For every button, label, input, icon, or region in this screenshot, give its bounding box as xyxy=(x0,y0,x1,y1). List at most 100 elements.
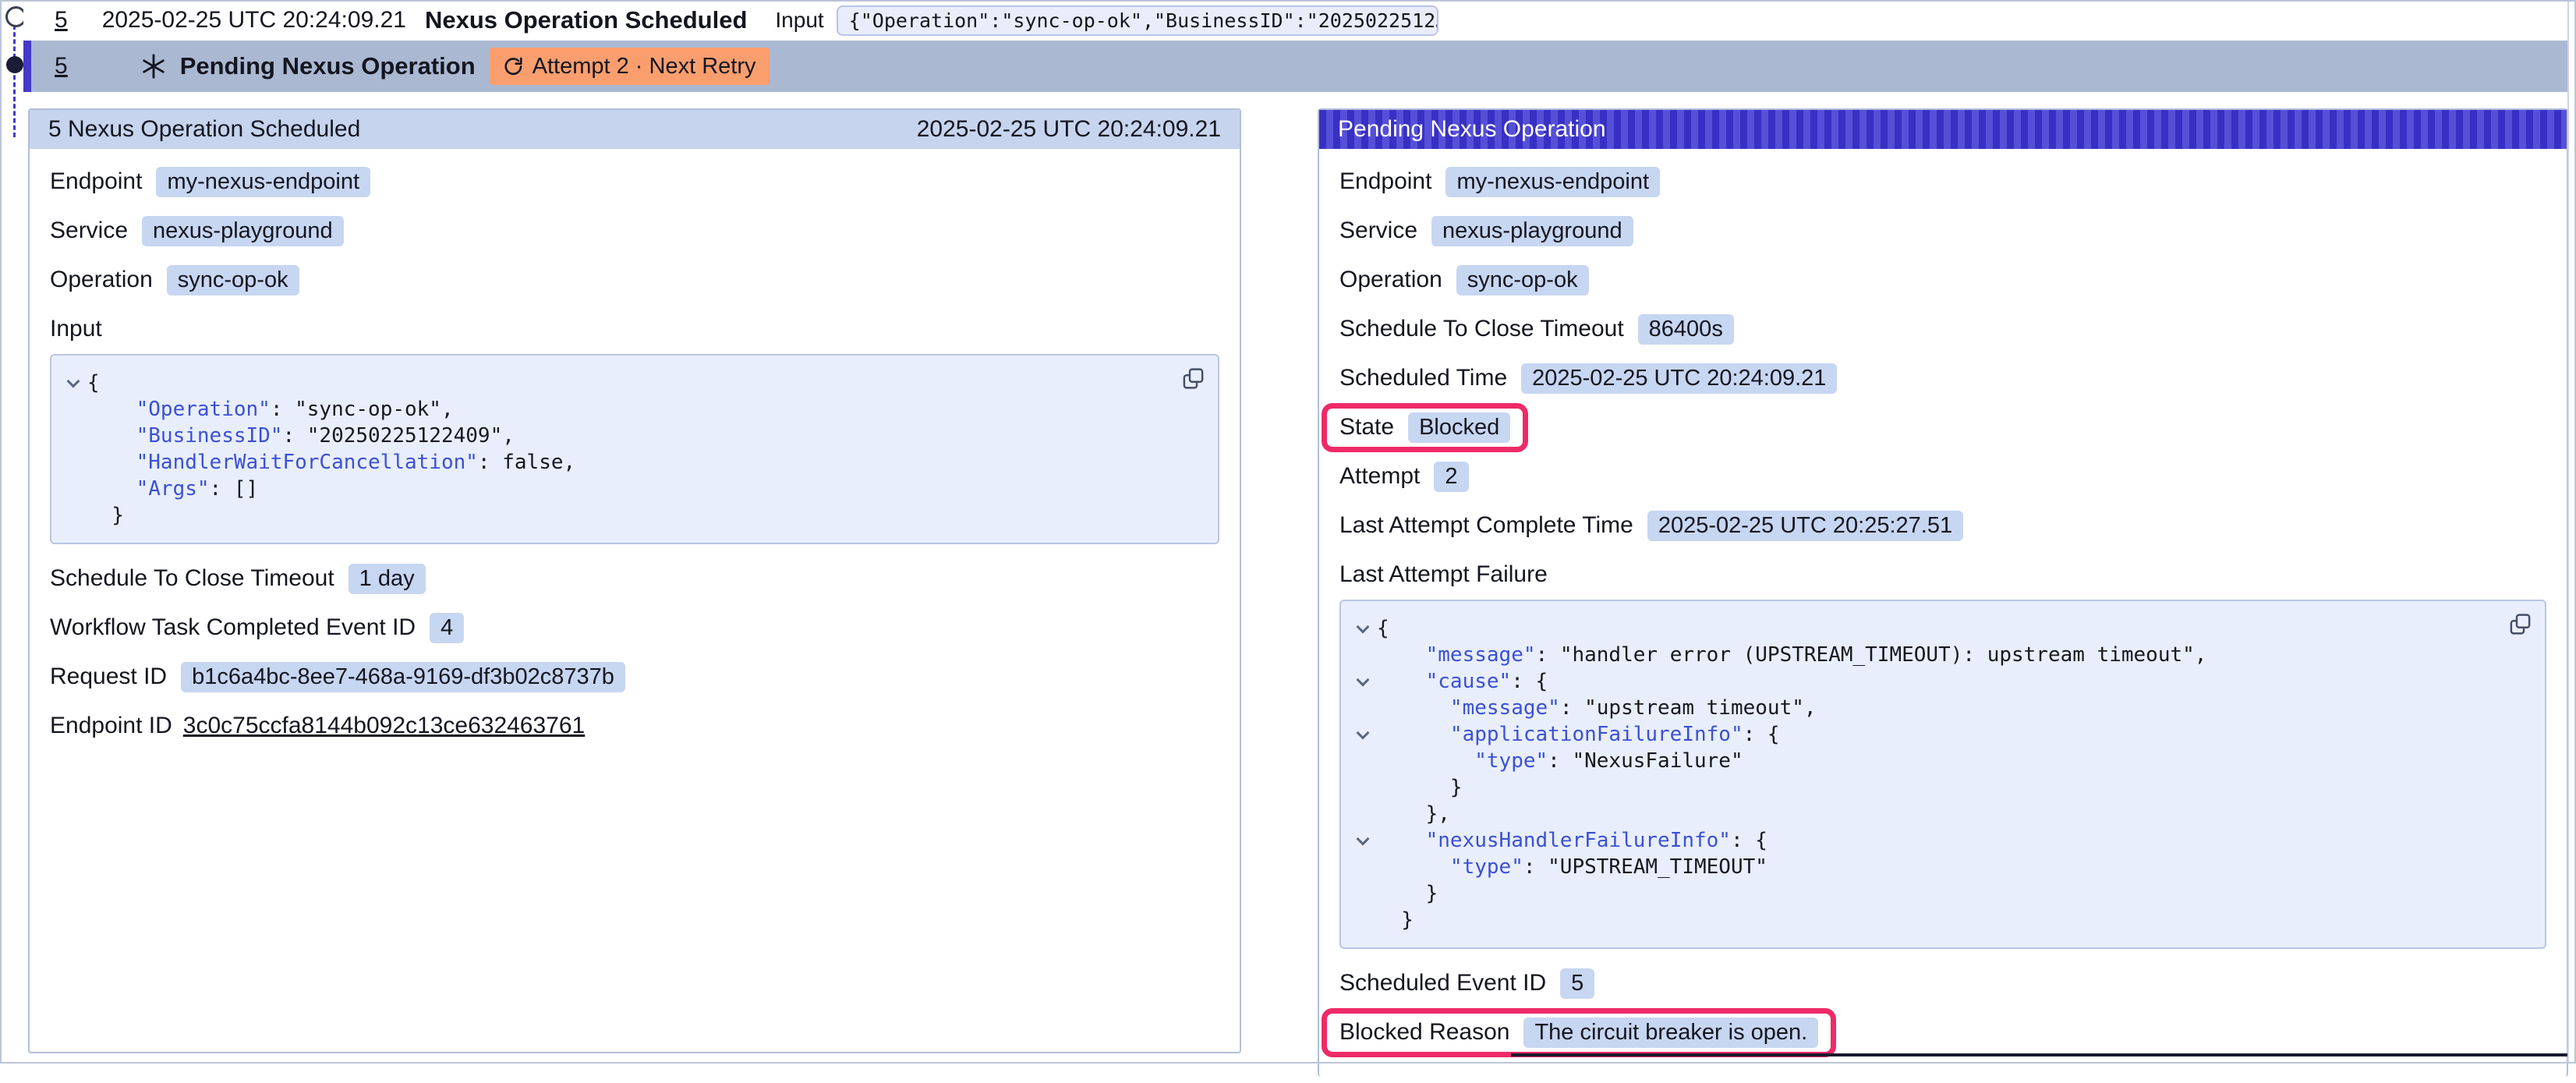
event-input-label: Input xyxy=(775,8,823,33)
chevron-down-icon[interactable] xyxy=(59,370,87,396)
field-label-scheduled-event-id: Scheduled Event ID xyxy=(1339,970,1546,996)
code-text: "cause": { xyxy=(1377,668,1548,695)
field-row-service: Servicenexus-playground xyxy=(50,215,1219,246)
pending-event-id-link[interactable]: 5 xyxy=(55,53,68,80)
field-row-endpoint: Endpointmy-nexus-endpoint xyxy=(1339,166,2546,197)
field-label-attempt: Attempt xyxy=(1339,463,1420,490)
field-value-badge: my-nexus-endpoint xyxy=(156,167,370,197)
code-gutter xyxy=(1349,774,1377,801)
field-value-badge: b1c6a4bc-8ee7-468a-9169-df3b02c8737b xyxy=(181,662,625,692)
code-text: "Operation": "sync-op-ok", xyxy=(87,396,454,423)
code-gutter xyxy=(59,423,87,449)
panel-left-title: 5 Nexus Operation Scheduled xyxy=(48,116,360,143)
code-text: "type": "UPSTREAM_TIMEOUT" xyxy=(1377,854,1767,880)
event-row-pending-nexus-operation[interactable]: 5 Pending Nexus Operation Attempt 2 · Ne… xyxy=(23,41,2568,92)
field-value-badge: 2025-02-25 UTC 20:24:09.21 xyxy=(1521,363,1837,394)
scrollbar-track[interactable] xyxy=(2567,0,2576,1064)
code-line: } xyxy=(59,502,1199,529)
copy-icon[interactable] xyxy=(2508,612,2532,636)
field-label-input: Input xyxy=(50,313,1219,345)
code-text: "nexusHandlerFailureInfo": { xyxy=(1377,827,1767,854)
pending-event-name: Pending Nexus Operation xyxy=(180,52,476,80)
field-row-scheduled-event-id: Scheduled Event ID 5 xyxy=(1339,968,2546,999)
code-line: { xyxy=(1349,615,2526,642)
timeline-dashed-connector xyxy=(13,25,16,137)
panel-right-header[interactable]: Pending Nexus Operation xyxy=(1319,110,2567,149)
code-line: "message": "upstream timeout", xyxy=(1349,695,2526,721)
field-row-schedule-to-close-timeout: Schedule To Close Timeout1 day xyxy=(50,563,1219,594)
event-name: Nexus Operation Scheduled xyxy=(425,6,747,34)
code-line: "nexusHandlerFailureInfo": { xyxy=(1349,827,2526,854)
event-timeline xyxy=(0,0,23,172)
field-label-blocked-reason: Blocked Reason xyxy=(1339,1019,1509,1046)
chevron-down-icon[interactable] xyxy=(1349,721,1377,748)
code-text: "HandlerWaitForCancellation": false, xyxy=(87,449,575,476)
code-gutter xyxy=(1349,907,1377,933)
field-label-state: State xyxy=(1339,414,1394,441)
event-input-preview-badge: {"Operation":"sync-op-ok","BusinessID":"… xyxy=(837,5,1438,36)
field-value-badge: sync-op-ok xyxy=(167,265,299,296)
copy-icon[interactable] xyxy=(1181,366,1205,391)
code-gutter xyxy=(1349,880,1377,907)
code-line: "type": "UPSTREAM_TIMEOUT" xyxy=(1349,854,2526,880)
event-id-link[interactable]: 5 xyxy=(55,7,68,34)
retry-badge-label: Attempt 2 · Next Retry xyxy=(533,54,756,80)
chevron-down-icon[interactable] xyxy=(1349,827,1377,854)
code-text: } xyxy=(87,502,124,529)
field-value-badge: 5 xyxy=(1560,968,1594,999)
code-text: "BusinessID": "20250225122409", xyxy=(87,423,515,449)
code-gutter xyxy=(1349,854,1377,880)
code-gutter xyxy=(1349,748,1377,774)
code-gutter xyxy=(59,449,87,476)
pending-asterisk-icon xyxy=(140,52,168,80)
highlight-box-blocked-reason: Blocked Reason The circuit breaker is ope… xyxy=(1322,1008,1836,1057)
field-label-endpoint-id: Endpoint ID xyxy=(50,713,172,739)
code-text: { xyxy=(87,370,100,396)
field-value-link[interactable]: 3c0c75ccfa8144b092c13ce632463761 xyxy=(183,713,585,739)
field-row-schedule-to-close-timeout: Schedule To Close Timeout86400s xyxy=(1339,313,2546,345)
field-row-last-attempt-complete-time: Last Attempt Complete Time2025-02-25 UTC… xyxy=(1339,510,2546,541)
field-row-endpoint: Endpointmy-nexus-endpoint xyxy=(50,166,1219,197)
retry-status-badge: Attempt 2 · Next Retry xyxy=(490,48,770,85)
field-label-schedule-to-close-timeout: Schedule To Close Timeout xyxy=(50,565,334,592)
field-row-state: State Blocked xyxy=(1339,412,2546,443)
code-text: { xyxy=(1377,615,1389,642)
field-value-badge: nexus-playground xyxy=(1431,216,1633,246)
code-gutter xyxy=(59,396,87,423)
timeline-filled-dot-marker xyxy=(6,56,23,73)
field-row-request-id: Request ID b1c6a4bc-8ee7-468a-9169-df3b02… xyxy=(50,661,1219,692)
field-label-scheduled-time: Scheduled Time xyxy=(1339,365,1507,391)
field-value-badge: 4 xyxy=(430,613,464,643)
event-row-nexus-operation-scheduled[interactable]: 5 2025-02-25 UTC 20:24:09.21 Nexus Opera… xyxy=(23,0,2568,41)
field-row-endpoint-id: Endpoint ID 3c0c75ccfa8144b092c13ce632463… xyxy=(50,710,1219,741)
code-line: "BusinessID": "20250225122409", xyxy=(59,423,1199,449)
code-text: "applicationFailureInfo": { xyxy=(1377,721,1780,748)
field-value-badge: The circuit breaker is open. xyxy=(1523,1018,1818,1048)
field-value-badge: Blocked xyxy=(1408,412,1510,443)
field-label-request-id: Request ID xyxy=(50,664,167,690)
code-block-input: { "Operation": "sync-op-ok", "BusinessID… xyxy=(50,354,1219,544)
code-text: "Args": [] xyxy=(87,476,258,502)
field-value-badge: sync-op-ok xyxy=(1456,265,1589,296)
code-text: } xyxy=(1377,774,1463,801)
code-line: }, xyxy=(1349,801,2526,827)
field-label-service: Service xyxy=(50,218,128,244)
retry-icon xyxy=(503,56,524,77)
code-gutter xyxy=(1349,801,1377,827)
code-text: } xyxy=(1377,880,1438,907)
panel-left-timestamp: 2025-02-25 UTC 20:24:09.21 xyxy=(917,116,1221,143)
code-text: } xyxy=(1377,907,1414,933)
field-row-workflow-task-completed-event-id: Workflow Task Completed Event ID4 xyxy=(50,612,1219,643)
code-text: "message": "handler error (UPSTREAM_TIME… xyxy=(1377,642,2206,668)
chevron-down-icon[interactable] xyxy=(1349,668,1377,695)
panel-left-header[interactable]: 5 Nexus Operation Scheduled 2025-02-25 U… xyxy=(30,110,1240,149)
code-gutter xyxy=(59,502,87,529)
panel-right-body: Endpointmy-nexus-endpointServicenexus-pl… xyxy=(1319,149,2567,1083)
field-label-operation: Operation xyxy=(50,267,153,293)
field-row-attempt: Attempt2 xyxy=(1339,461,2546,492)
chevron-down-icon[interactable] xyxy=(1349,615,1377,642)
code-line: "type": "NexusFailure" xyxy=(1349,748,2526,774)
next-section-divider xyxy=(1511,1053,2568,1056)
code-line: "Args": [] xyxy=(59,476,1199,502)
field-row-operation: Operationsync-op-ok xyxy=(1339,264,2546,296)
